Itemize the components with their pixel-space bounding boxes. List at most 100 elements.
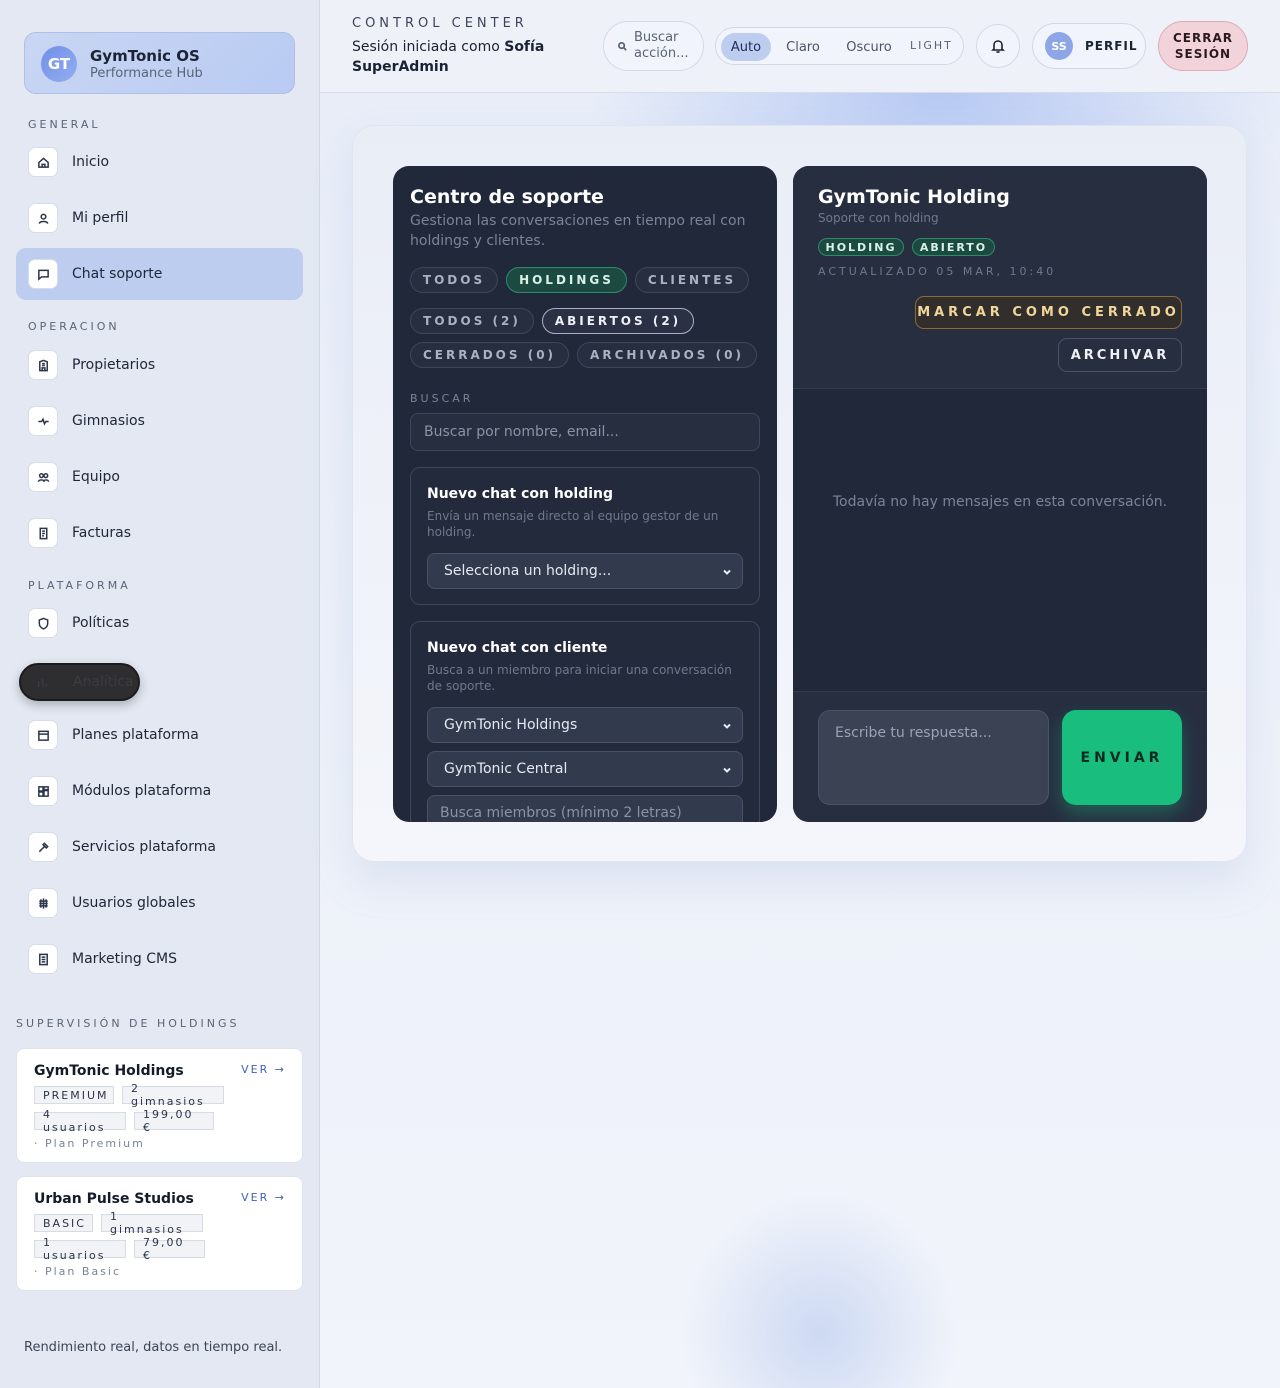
bar-chart-icon — [31, 667, 53, 697]
filter-status-todos[interactable]: TODOS (2) — [410, 308, 534, 334]
new-holding-chat-card: Nuevo chat con holding Envía un mensaje … — [410, 467, 760, 605]
sidebar-footer-text: Rendimiento real, datos en tiempo real. — [24, 1340, 283, 1355]
bell-icon — [991, 40, 1005, 53]
client-gym-select[interactable]: GymTonic Central — [427, 751, 743, 787]
filter-status-cerrados[interactable]: CERRADOS (0) — [410, 342, 569, 368]
conversation-title: GymTonic Holding — [818, 186, 1010, 208]
theme-light-button[interactable]: Claro — [778, 33, 828, 61]
filter-status-abiertos[interactable]: ABIERTOS (2) — [542, 308, 694, 334]
sidebar-item-inicio[interactable]: Inicio — [16, 136, 303, 188]
reply-composer: Escribe tu respuesta... ENVIAR — [793, 691, 1207, 822]
client-gym-select-value: GymTonic Central — [444, 761, 568, 777]
top-header: CONTROL CENTER Sesión iniciada como Sofí… — [320, 0, 1280, 93]
new-client-chat-card: Nuevo chat con cliente Busca a un miembr… — [410, 621, 760, 822]
holding-name: Urban Pulse Studios — [34, 1191, 194, 1207]
sidebar-item-gimnasios[interactable]: Gimnasios — [16, 395, 303, 447]
sidebar-item-usuarios-globales[interactable]: Usuarios globales — [16, 877, 303, 929]
conversation-updated: ACTUALIZADO 05 MAR, 10:40 — [818, 265, 1057, 278]
mark-closed-button[interactable]: MARCAR COMO CERRADO — [915, 296, 1182, 329]
brand-subtitle: Performance Hub — [90, 66, 203, 81]
notifications-button[interactable] — [976, 24, 1020, 68]
holding-users-tag: 4 usuarios — [34, 1108, 126, 1134]
document-icon — [28, 944, 58, 974]
sidebar-item-label: Mi perfil — [72, 210, 129, 226]
member-search-input[interactable]: Busca miembros (mínimo 2 letras) — [427, 795, 743, 822]
filter-status-archivados[interactable]: ARCHIVADOS (0) — [577, 342, 757, 368]
team-icon — [28, 462, 58, 492]
holding-card-gymtonic[interactable]: GymTonic Holdings VER → PREMIUM 2 gimnas… — [16, 1048, 303, 1163]
filter-type-clientes[interactable]: CLIENTES — [635, 267, 749, 293]
sidebar-item-planes-plataforma[interactable]: Planes plataforma — [16, 709, 303, 761]
section-title-general: GENERAL — [28, 118, 101, 131]
logout-button[interactable]: CERRAR SESIÓN — [1158, 21, 1248, 71]
sidebar-item-label: Políticas — [72, 615, 130, 631]
conversation-search-input[interactable] — [410, 413, 760, 451]
reply-placeholder: Escribe tu respuesta... — [835, 725, 992, 741]
sidebar-item-mi-perfil[interactable]: Mi perfil — [16, 192, 303, 244]
sidebar-item-modulos-plataforma[interactable]: Módulos plataforma — [16, 765, 303, 817]
member-search-placeholder: Busca miembros (mínimo 2 letras) — [440, 805, 682, 821]
send-button[interactable]: ENVIAR — [1062, 710, 1182, 805]
section-title-plataforma: PLATAFORMA — [28, 579, 131, 592]
sidebar-item-equipo[interactable]: Equipo — [16, 451, 303, 503]
holding-card-urban-pulse[interactable]: Urban Pulse Studios VER → BASIC 1 gimnas… — [16, 1176, 303, 1291]
support-center-card: Centro de soporte Gestiona las conversac… — [393, 166, 777, 822]
sidebar-item-label: Inicio — [72, 154, 110, 170]
sidebar-item-analitica[interactable]: Analítica — [19, 663, 140, 701]
new-client-chat-title: Nuevo chat con cliente — [427, 640, 608, 656]
holding-plan: · Plan Basic — [34, 1265, 122, 1278]
client-holding-select-value: GymTonic Holdings — [444, 717, 578, 733]
empty-messages-text: Todavía no hay mensajes en esta conversa… — [832, 494, 1168, 510]
sidebar-item-facturas[interactable]: Facturas — [16, 507, 303, 559]
search-label: BUSCAR — [410, 392, 474, 405]
chevron-down-icon — [723, 767, 731, 773]
sidebar-item-label: Servicios plataforma — [72, 839, 216, 855]
support-subtitle: Gestiona las conversaciones en tiempo re… — [410, 213, 746, 249]
section-title-operacion: OPERACION — [28, 320, 120, 333]
session-prefix: Sesión iniciada como — [352, 39, 500, 55]
home-icon — [28, 147, 58, 177]
sidebar-item-servicios-plataforma[interactable]: Servicios plataforma — [16, 821, 303, 873]
archive-button[interactable]: ARCHIVAR — [1058, 338, 1182, 372]
holding-select[interactable]: Selecciona un holding... — [427, 553, 743, 589]
holding-name: GymTonic Holdings — [34, 1063, 184, 1079]
brand-logo: GT — [41, 46, 77, 82]
chevron-down-icon — [723, 569, 731, 575]
reply-input[interactable]: Escribe tu respuesta... — [818, 710, 1049, 805]
theme-dark-button[interactable]: Oscuro — [838, 33, 900, 61]
action-search-button[interactable]: Buscar acción... — [603, 21, 704, 71]
sidebar-item-propietarios[interactable]: Propietarios — [16, 339, 303, 391]
profile-button[interactable]: SS PERFIL — [1032, 23, 1146, 69]
section-title-supervision: SUPERVISIÓN DE HOLDINGS — [16, 1017, 240, 1030]
sidebar-item-chat-soporte[interactable]: Chat soporte — [16, 248, 303, 300]
sidebar-item-label: Usuarios globales — [72, 895, 196, 911]
holding-view-link[interactable]: VER → — [241, 1063, 286, 1076]
badge-status: ABIERTO — [912, 238, 995, 256]
sidebar-item-politicas[interactable]: Políticas — [16, 597, 303, 649]
brand-card[interactable]: GT GymTonic OS Performance Hub — [24, 32, 295, 94]
sidebar-item-marketing-cms[interactable]: Marketing CMS — [16, 933, 303, 985]
theme-auto-button[interactable]: Auto — [721, 33, 771, 61]
support-title: Centro de soporte — [410, 186, 604, 208]
holding-gyms-tag: 1 gimnasios — [101, 1210, 203, 1236]
filter-type-holdings[interactable]: HOLDINGS — [506, 267, 627, 293]
holding-gyms-tag: 2 gimnasios — [122, 1082, 224, 1108]
current-theme-label: LIGHT — [910, 39, 953, 52]
client-holding-select[interactable]: GymTonic Holdings — [427, 707, 743, 743]
globe-icon — [28, 888, 58, 918]
sidebar: GT GymTonic OS Performance Hub GENERAL I… — [0, 0, 320, 1388]
sidebar-item-label: Propietarios — [72, 357, 156, 373]
sidebar-item-label: Marketing CMS — [72, 951, 177, 967]
chevron-down-icon — [723, 723, 731, 729]
holding-view-link[interactable]: VER → — [241, 1191, 286, 1204]
filter-type-todos[interactable]: TODOS — [410, 267, 498, 293]
holding-price-tag: 79,00 € — [134, 1236, 205, 1262]
building-icon — [28, 350, 58, 380]
new-holding-chat-title: Nuevo chat con holding — [427, 486, 614, 502]
holding-price-tag: 199,00 € — [134, 1108, 214, 1134]
user-icon — [28, 203, 58, 233]
conversation-header: GymTonic Holding Soporte con holding HOL… — [793, 166, 1207, 389]
holding-users-tag: 1 usuarios — [34, 1236, 126, 1262]
badge-holding: HOLDING — [818, 238, 904, 256]
sidebar-item-label: Facturas — [72, 525, 132, 541]
